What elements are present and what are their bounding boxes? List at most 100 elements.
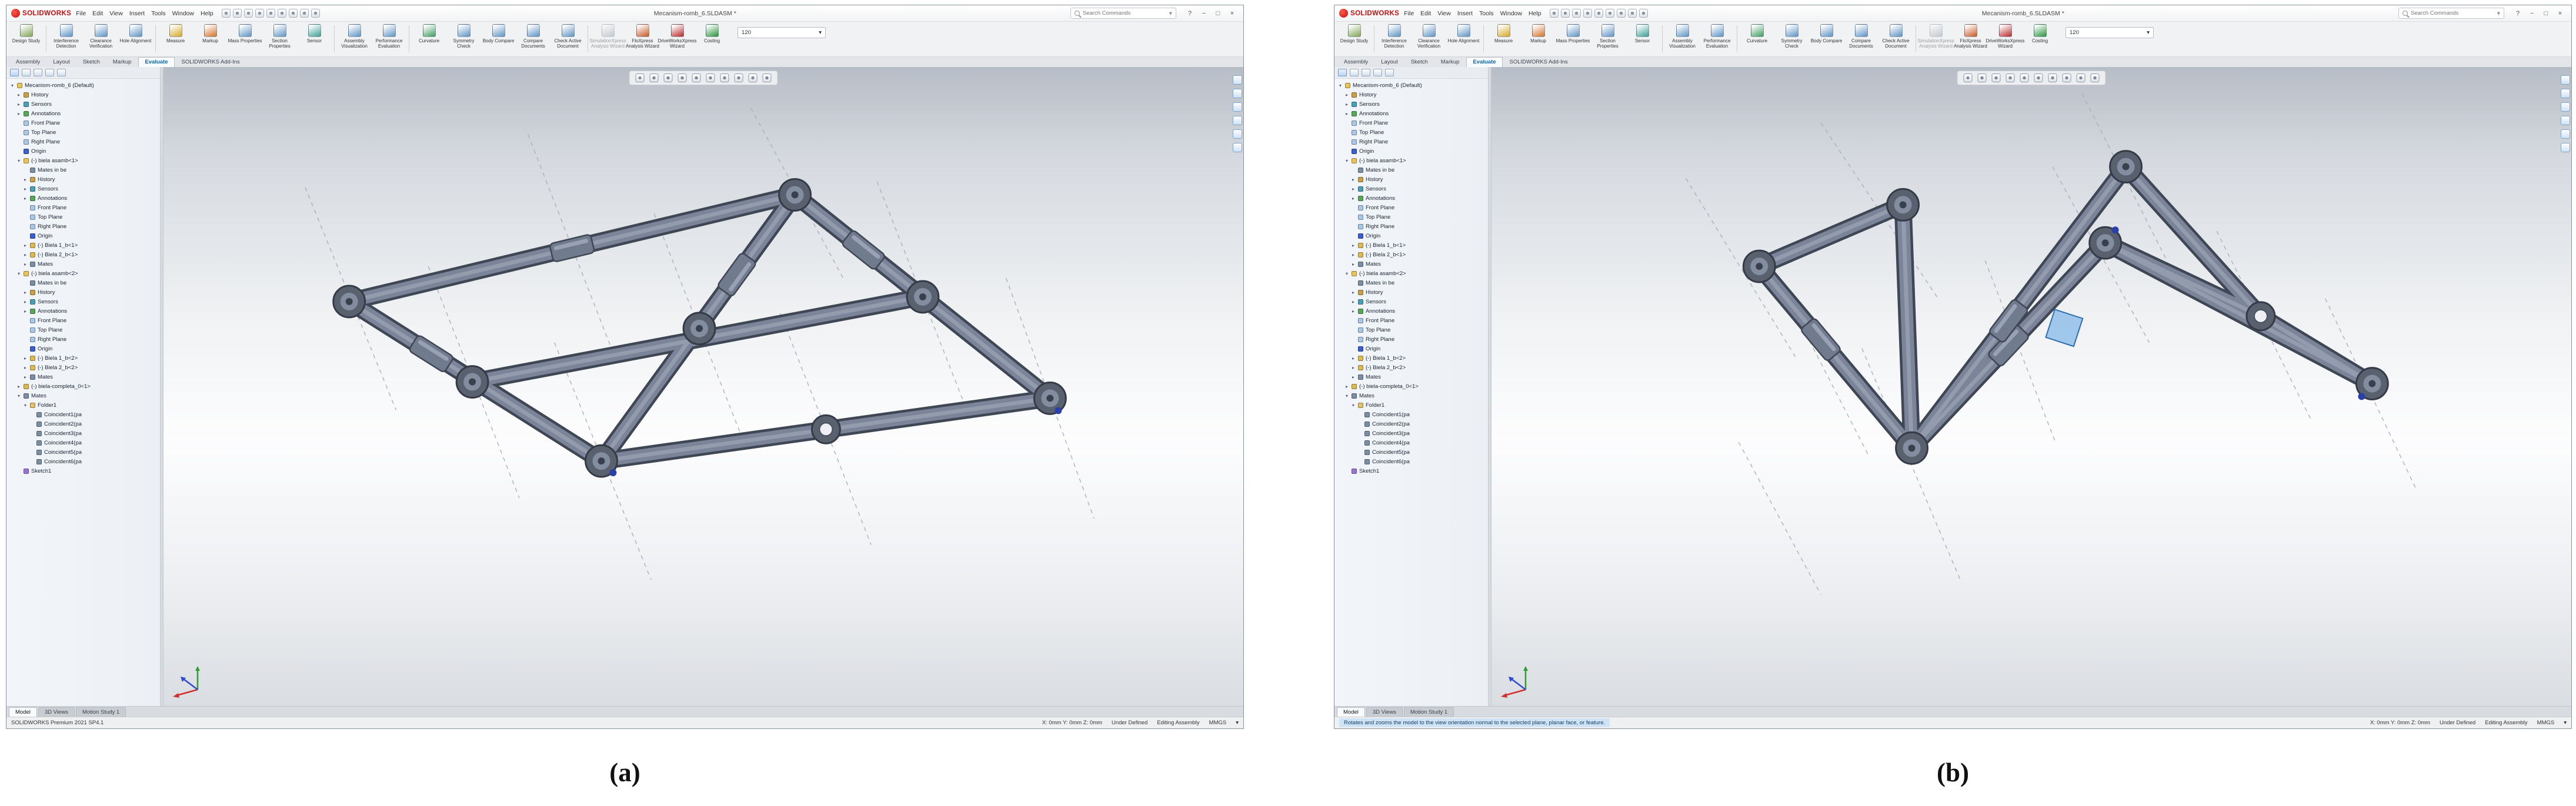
- ribbon-button[interactable]: Sensor: [1625, 23, 1660, 55]
- commandmanager-tab[interactable]: Evaluate: [1466, 57, 1502, 67]
- tree-item[interactable]: Origin: [1334, 146, 1488, 156]
- appearances-icon[interactable]: [2561, 129, 2570, 139]
- commandmanager-tab[interactable]: Assembly: [1338, 58, 1374, 67]
- custom-properties-icon[interactable]: [2561, 143, 2570, 152]
- solidworks-resources-icon[interactable]: [2561, 75, 2570, 85]
- ribbon-button[interactable]: Body Compare: [481, 23, 516, 55]
- ribbon-button[interactable]: Hole Alignment: [1446, 23, 1481, 55]
- minimize-button[interactable]: −: [1197, 10, 1210, 17]
- hide-show-items-icon[interactable]: [720, 73, 729, 82]
- redo-icon[interactable]: [1606, 9, 1614, 18]
- tree-item[interactable]: Front Plane: [6, 203, 160, 212]
- tree-item[interactable]: Front Plane: [1334, 118, 1488, 128]
- apply-scene-icon[interactable]: [749, 73, 758, 82]
- help-button[interactable]: ?: [2511, 10, 2524, 17]
- dimxpert-icon[interactable]: [45, 69, 54, 76]
- commandmanager-tab[interactable]: Layout: [47, 58, 76, 67]
- ribbon-button[interactable]: Measure: [158, 23, 193, 55]
- graphics-viewport[interactable]: [1491, 67, 2571, 706]
- help-button[interactable]: ?: [1183, 10, 1196, 17]
- tree-item[interactable]: ▸ Mates: [1334, 259, 1488, 269]
- ribbon-button[interactable]: Costing: [695, 23, 729, 55]
- tree-item[interactable]: ▾ Mecanism-romb_6 (Default): [1334, 81, 1488, 90]
- ribbon-button[interactable]: Curvature: [412, 23, 446, 55]
- expand-arrow-icon[interactable]: ▸: [16, 111, 21, 116]
- tree-item[interactable]: ▸ Mates: [6, 372, 160, 382]
- view-settings-icon[interactable]: [2091, 73, 2100, 82]
- hide-show-items-icon[interactable]: [2048, 73, 2057, 82]
- tree-item[interactable]: ▸ (-) Biela 2_b<2>: [6, 363, 160, 372]
- ribbon-button[interactable]: Section Properties: [262, 23, 297, 55]
- expand-arrow-icon[interactable]: ▸: [16, 102, 21, 107]
- ribbon-button[interactable]: Symmetry Check: [446, 23, 481, 55]
- ribbon-button[interactable]: SimulationXpress Analysis Wizard: [1918, 23, 1953, 55]
- displaymanager-icon[interactable]: [57, 69, 66, 76]
- file-explorer-icon[interactable]: [2561, 102, 2570, 112]
- tree-item[interactable]: Coincident2(pa: [1334, 419, 1488, 429]
- options-gear-icon[interactable]: [1639, 9, 1648, 18]
- expand-arrow-icon[interactable]: ▾: [10, 83, 15, 88]
- mechanism-folded-view[interactable]: [1491, 67, 2571, 706]
- ribbon-button[interactable]: Clearance Verification: [1412, 23, 1446, 55]
- tree-item[interactable]: Top Plane: [1334, 212, 1488, 222]
- tree-item[interactable]: ▾ (-) biela asamb<1>: [1334, 156, 1488, 165]
- tree-item[interactable]: Top Plane: [6, 325, 160, 335]
- commandmanager-tab[interactable]: Sketch: [77, 58, 106, 67]
- print-icon[interactable]: [255, 9, 264, 18]
- ribbon-button[interactable]: Performance Evaluation: [1700, 23, 1734, 55]
- tree-item[interactable]: ▸ (-) Biela 1_b<2>: [6, 353, 160, 363]
- tree-item[interactable]: ▸ (-) Biela 2_b<1>: [6, 250, 160, 259]
- tree-item[interactable]: ▸ Annotations: [1334, 193, 1488, 203]
- ribbon-button[interactable]: Compare Documents: [516, 23, 550, 55]
- tree-item[interactable]: Right Plane: [6, 222, 160, 231]
- expand-arrow-icon[interactable]: ▸: [1344, 111, 1349, 116]
- redo-icon[interactable]: [278, 9, 286, 18]
- tree-item[interactable]: Right Plane: [1334, 222, 1488, 231]
- ribbon-button[interactable]: Compare Documents: [1844, 23, 1878, 55]
- commandmanager-tab[interactable]: Evaluate: [138, 57, 174, 67]
- expand-arrow-icon[interactable]: ▸: [1351, 309, 1356, 314]
- tree-item[interactable]: ▸ History: [1334, 175, 1488, 184]
- section-view-icon[interactable]: [2006, 73, 2015, 82]
- menu-item[interactable]: View: [1437, 10, 1451, 17]
- tree-item[interactable]: Coincident5(pa: [6, 447, 160, 457]
- menu-item[interactable]: Tools: [151, 10, 166, 17]
- previous-view-icon[interactable]: [1992, 73, 2001, 82]
- tree-item[interactable]: ▾ Folder1: [1334, 400, 1488, 410]
- file-properties-icon[interactable]: [1628, 9, 1637, 18]
- expand-arrow-icon[interactable]: ▸: [23, 374, 28, 380]
- maximize-button[interactable]: □: [1212, 10, 1224, 17]
- tree-item[interactable]: ▸ (-) Biela 1_b<1>: [1334, 240, 1488, 250]
- expand-arrow-icon[interactable]: ▸: [23, 309, 28, 314]
- menu-item[interactable]: Window: [172, 10, 194, 17]
- tree-item[interactable]: Front Plane: [6, 316, 160, 325]
- tree-item[interactable]: Coincident4(pa: [1334, 438, 1488, 447]
- print-icon[interactable]: [1583, 9, 1592, 18]
- tree-item[interactable]: ▾ Folder1: [6, 400, 160, 410]
- menu-item[interactable]: Edit: [1420, 10, 1431, 17]
- tree-item[interactable]: ▸ History: [1334, 90, 1488, 99]
- close-button[interactable]: ×: [1226, 10, 1239, 17]
- expand-arrow-icon[interactable]: ▾: [16, 158, 21, 163]
- ribbon-button[interactable]: Design Study: [9, 23, 44, 55]
- tree-item[interactable]: Front Plane: [1334, 316, 1488, 325]
- expand-arrow-icon[interactable]: ▸: [1351, 196, 1356, 201]
- apply-scene-icon[interactable]: [2077, 73, 2086, 82]
- edit-appearance-icon[interactable]: [2063, 73, 2071, 82]
- menu-item[interactable]: Insert: [129, 10, 145, 17]
- design-library-icon[interactable]: [2561, 89, 2570, 98]
- expand-arrow-icon[interactable]: ▸: [23, 243, 28, 248]
- ribbon-button[interactable]: DriveWorksXpress Wizard: [1988, 23, 2023, 55]
- undo-icon[interactable]: [1594, 9, 1603, 18]
- search-caret-icon[interactable]: ▾: [2497, 10, 2500, 17]
- tree-item[interactable]: ▾ (-) biela asamb<1>: [6, 156, 160, 165]
- display-style-icon[interactable]: [706, 73, 715, 82]
- section-view-icon[interactable]: [678, 73, 687, 82]
- propertymanager-icon[interactable]: [1350, 69, 1359, 76]
- expand-arrow-icon[interactable]: ▸: [23, 262, 28, 267]
- tree-item[interactable]: ▾ (-) biela asamb<2>: [1334, 269, 1488, 278]
- expand-arrow-icon[interactable]: ▸: [1344, 102, 1349, 107]
- tree-item[interactable]: ▸ Sensors: [1334, 184, 1488, 193]
- tree-item[interactable]: Origin: [6, 344, 160, 353]
- commandmanager-tab[interactable]: Layout: [1375, 58, 1404, 67]
